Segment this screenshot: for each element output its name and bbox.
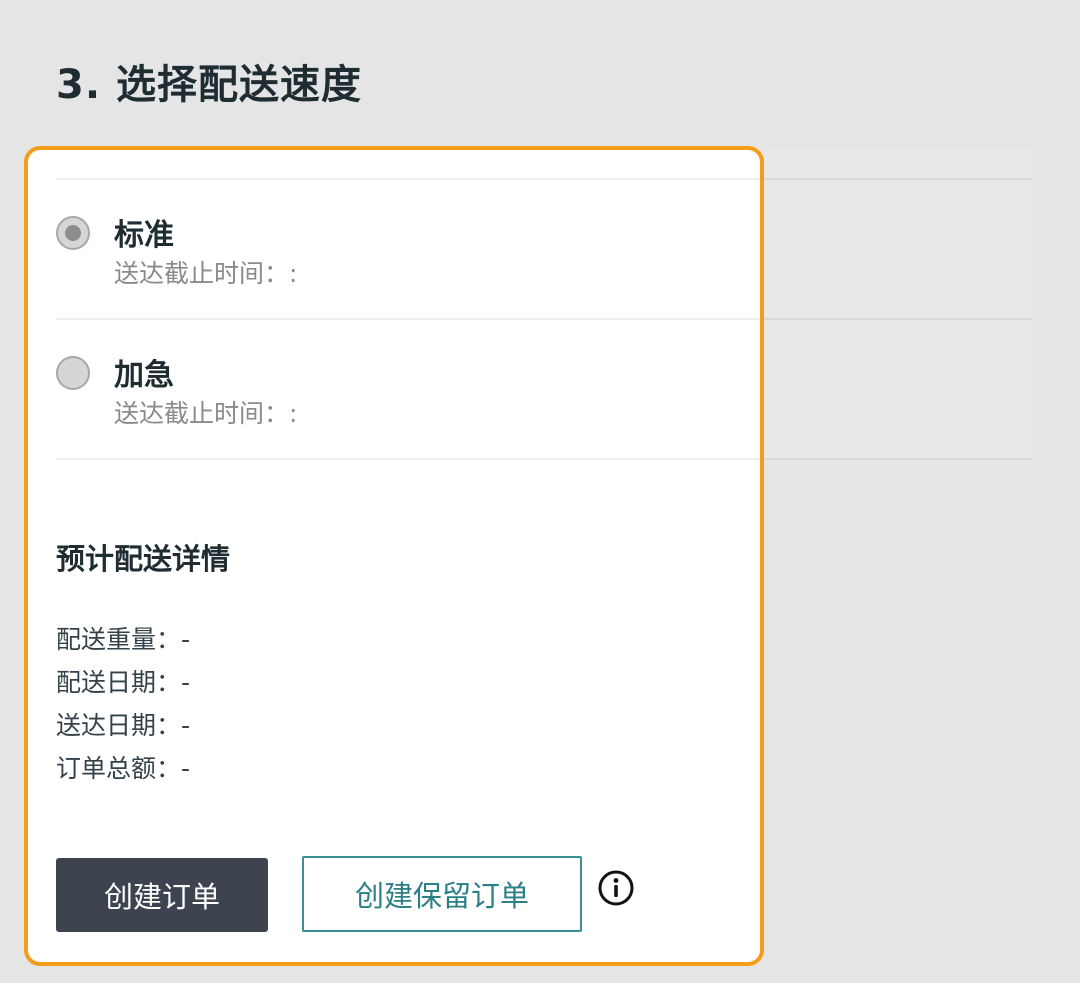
- detail-shipping-weight: 配送重量：-: [56, 625, 191, 654]
- highlight-frame: 标准 送达截止时间：: 加急 送达截止时间：: 预计配送详情 配送重量：- 配送…: [24, 146, 764, 966]
- detail-shipping-date: 配送日期：-: [56, 668, 191, 697]
- option-divider: [56, 178, 760, 180]
- option-label: 加急: [114, 358, 174, 393]
- radio-button-standard[interactable]: [56, 216, 90, 250]
- radio-button-expedited[interactable]: [56, 356, 90, 390]
- create-hold-order-button[interactable]: 创建保留订单: [302, 856, 582, 932]
- detail-delivery-date: 送达日期：-: [56, 711, 191, 740]
- create-order-button[interactable]: 创建订单: [56, 858, 268, 932]
- option-divider: [56, 318, 760, 320]
- shipping-option-standard[interactable]: 标准 送达截止时间：:: [56, 210, 736, 310]
- delivery-details-list: 配送重量：- 配送日期：- 送达日期：- 订单总额：-: [56, 618, 190, 790]
- option-deadline: 送达截止时间：:: [114, 259, 298, 288]
- option-deadline: 送达截止时间：:: [114, 399, 298, 428]
- section-title: 3. 选择配送速度: [56, 62, 362, 108]
- delivery-details-title: 预计配送详情: [56, 542, 231, 576]
- option-label: 标准: [114, 218, 174, 253]
- info-icon[interactable]: [596, 868, 636, 908]
- detail-order-total: 订单总额：-: [56, 754, 191, 783]
- option-divider: [56, 458, 760, 460]
- shipping-option-expedited[interactable]: 加急 送达截止时间：:: [56, 350, 736, 450]
